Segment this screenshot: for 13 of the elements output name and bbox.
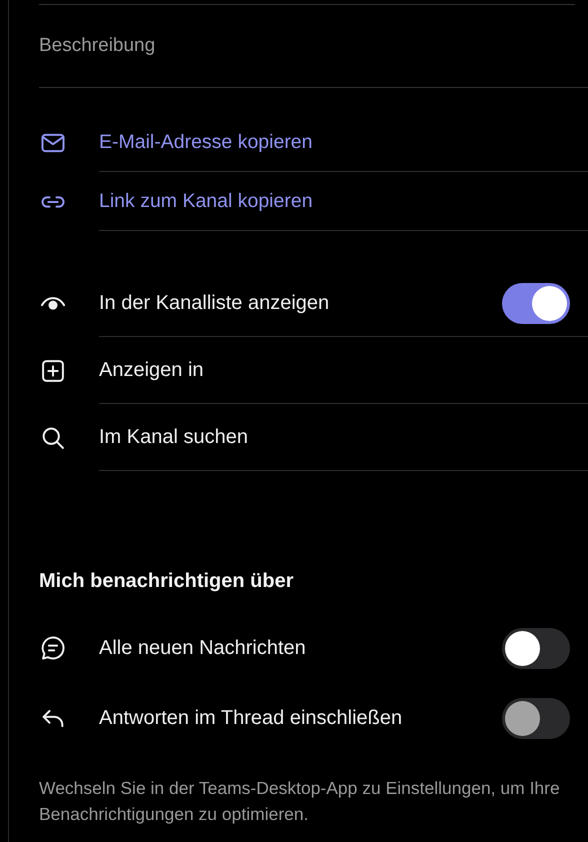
description-label: Beschreibung [39, 35, 156, 57]
toggle-switch[interactable] [502, 628, 570, 668]
toggle-switch[interactable] [502, 283, 570, 324]
setting-label[interactable]: Im Kanal suchen [99, 426, 248, 448]
hint-text: Wechseln Sie in der Teams-Desktop-App zu Einstellungen, um Ihre Benachrichtigungen zu optimieren. [39, 777, 561, 826]
notification-label: Alle neuen Nachrichten [99, 636, 306, 660]
action-link[interactable]: E-Mail-Adresse kopieren [99, 130, 313, 154]
action-link[interactable]: Link zum Kanal kopieren [99, 190, 313, 212]
notification-label: Antworten im Thread einschließen [99, 706, 402, 730]
setting-label[interactable]: Anzeigen in [99, 358, 204, 382]
section-heading: Mich benachrichtigen über [39, 569, 294, 594]
chat-bubble-icon [39, 634, 67, 662]
setting-label: In der Kanalliste anzeigen [99, 292, 330, 315]
